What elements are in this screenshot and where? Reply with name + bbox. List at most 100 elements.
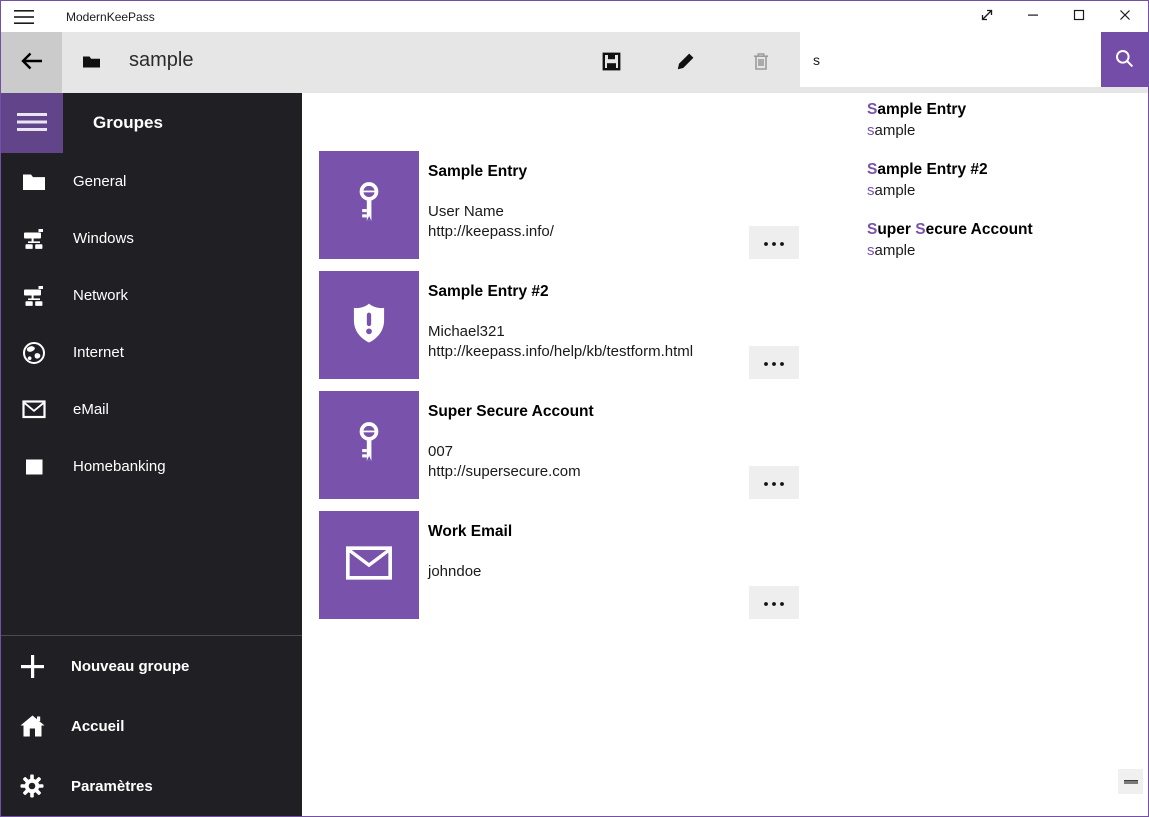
folder-icon bbox=[21, 172, 47, 191]
envelope-icon bbox=[345, 545, 393, 586]
maximize-button[interactable] bbox=[1056, 1, 1102, 32]
square-icon bbox=[21, 457, 47, 477]
sidebar-item-homebanking[interactable]: Homebanking bbox=[1, 438, 302, 495]
delete-button[interactable] bbox=[736, 32, 786, 93]
entry-row[interactable]: Super Secure Account 007 http://supersec… bbox=[319, 391, 1019, 499]
shield-icon bbox=[346, 300, 392, 351]
entry-meta: Michael321 http://keepass.info/help/kb/t… bbox=[428, 322, 693, 362]
action-label: Accueil bbox=[71, 718, 124, 735]
group-list: General Windows Network Internet eMail H… bbox=[1, 153, 302, 495]
search-suggestions: Sample Entry sample Sample Entry #2 samp… bbox=[801, 93, 1149, 277]
titlebar: ModernKeePass bbox=[1, 1, 1148, 32]
entry-row[interactable]: Work Email johndoe bbox=[319, 511, 1019, 619]
maximize-icon bbox=[1073, 9, 1085, 24]
entry-username: User Name bbox=[428, 202, 554, 222]
sidebar-item-windows[interactable]: Windows bbox=[1, 210, 302, 267]
save-icon bbox=[601, 51, 622, 75]
entry-tile[interactable] bbox=[319, 391, 419, 499]
app-window: ModernKeePass sample bbox=[0, 0, 1149, 817]
sidebar-item-internet[interactable]: Internet bbox=[1, 324, 302, 381]
settings-button[interactable]: Paramètres bbox=[1, 756, 302, 816]
hamburger-icon[interactable] bbox=[14, 10, 34, 24]
delete-trash-icon bbox=[751, 51, 771, 74]
sidebar-item-general[interactable]: General bbox=[1, 153, 302, 210]
more-options-button[interactable] bbox=[749, 226, 799, 259]
sidebar-item-label: Internet bbox=[73, 344, 124, 361]
plus-icon bbox=[19, 653, 45, 680]
more-options-button[interactable] bbox=[749, 346, 799, 379]
new-group-button[interactable]: Nouveau groupe bbox=[1, 636, 302, 696]
database-folder-icon bbox=[83, 54, 100, 73]
save-button[interactable] bbox=[586, 32, 636, 93]
entry-url: http://keepass.info/ bbox=[428, 222, 554, 242]
menu-toggle-button[interactable] bbox=[1, 93, 63, 153]
database-title: sample bbox=[129, 49, 193, 72]
fullscreen-button[interactable] bbox=[964, 1, 1010, 32]
suggestion-title: Sample Entry #2 bbox=[867, 161, 1149, 179]
more-options-button[interactable] bbox=[749, 586, 799, 619]
close-icon bbox=[1119, 9, 1131, 24]
suggestion-item[interactable]: Sample Entry sample bbox=[801, 93, 1149, 153]
suggestion-subtitle: sample bbox=[867, 182, 1149, 199]
entry-meta: User Name http://keepass.info/ bbox=[428, 202, 554, 242]
entry-username: Michael321 bbox=[428, 322, 693, 342]
command-bar: sample bbox=[1, 32, 1148, 93]
entry-url: http://keepass.info/help/kb/testform.htm… bbox=[428, 342, 693, 362]
search-button[interactable] bbox=[1101, 32, 1148, 87]
network-icon bbox=[21, 228, 47, 250]
entry-tile[interactable] bbox=[319, 271, 419, 379]
gear-icon bbox=[19, 773, 45, 799]
more-options-button[interactable] bbox=[749, 466, 799, 499]
ellipsis-icon bbox=[763, 595, 785, 610]
pane-title: Groupes bbox=[93, 113, 163, 133]
entry-tile[interactable] bbox=[319, 151, 419, 259]
hamburger-icon bbox=[17, 113, 47, 134]
ellipsis-icon bbox=[763, 235, 785, 250]
action-label: Paramètres bbox=[71, 778, 153, 795]
sidebar-item-label: Network bbox=[73, 287, 128, 304]
sidebar-item-label: General bbox=[73, 173, 126, 190]
key-icon bbox=[354, 181, 384, 230]
app-title: ModernKeePass bbox=[66, 10, 155, 24]
minimize-icon bbox=[1027, 9, 1039, 24]
edit-pencil-icon bbox=[676, 51, 696, 74]
sidebar-item-network[interactable]: Network bbox=[1, 267, 302, 324]
edit-button[interactable] bbox=[661, 32, 711, 93]
sidebar-header: Groupes bbox=[1, 93, 302, 153]
sidebar-item-label: eMail bbox=[73, 401, 109, 418]
network-icon bbox=[21, 285, 47, 307]
sidebar-item-email[interactable]: eMail bbox=[1, 381, 302, 438]
sidebar-bottom: Nouveau groupe Accueil Paramètres bbox=[1, 635, 302, 816]
suggestion-subtitle: sample bbox=[867, 242, 1149, 259]
entry-row[interactable]: Sample Entry #2 Michael321 http://keepas… bbox=[319, 271, 1019, 379]
action-label: Nouveau groupe bbox=[71, 658, 189, 675]
ellipsis-icon bbox=[763, 475, 785, 490]
entry-tile[interactable] bbox=[319, 511, 419, 619]
globe-icon bbox=[21, 341, 47, 365]
sidebar-item-label: Windows bbox=[73, 230, 134, 247]
entry-username: 007 bbox=[428, 442, 581, 462]
entry-title: Sample Entry #2 bbox=[428, 283, 549, 301]
suggestion-subtitle: sample bbox=[867, 122, 1149, 139]
minus-icon bbox=[1124, 780, 1138, 784]
sidebar: Groupes General Windows Network Internet bbox=[1, 93, 302, 816]
home-button[interactable]: Accueil bbox=[1, 696, 302, 756]
home-icon bbox=[19, 713, 45, 739]
search-input[interactable] bbox=[800, 32, 1101, 87]
entry-meta: johndoe bbox=[428, 562, 481, 582]
minimize-button[interactable] bbox=[1010, 1, 1056, 32]
envelope-icon bbox=[21, 400, 47, 419]
back-button[interactable] bbox=[1, 32, 62, 93]
entry-title: Super Secure Account bbox=[428, 403, 594, 421]
entry-title: Sample Entry bbox=[428, 163, 527, 181]
back-arrow-icon bbox=[19, 49, 45, 76]
suggestion-title: Sample Entry bbox=[867, 101, 1149, 119]
ellipsis-icon bbox=[763, 355, 785, 370]
fullscreen-icon bbox=[979, 7, 995, 26]
entry-meta: 007 http://supersecure.com bbox=[428, 442, 581, 482]
semantic-zoom-out-button[interactable] bbox=[1118, 769, 1143, 794]
close-button[interactable] bbox=[1102, 1, 1148, 32]
suggestion-item[interactable]: Super Secure Account sample bbox=[801, 213, 1149, 273]
suggestion-item[interactable]: Sample Entry #2 sample bbox=[801, 153, 1149, 213]
entry-title: Work Email bbox=[428, 523, 512, 541]
